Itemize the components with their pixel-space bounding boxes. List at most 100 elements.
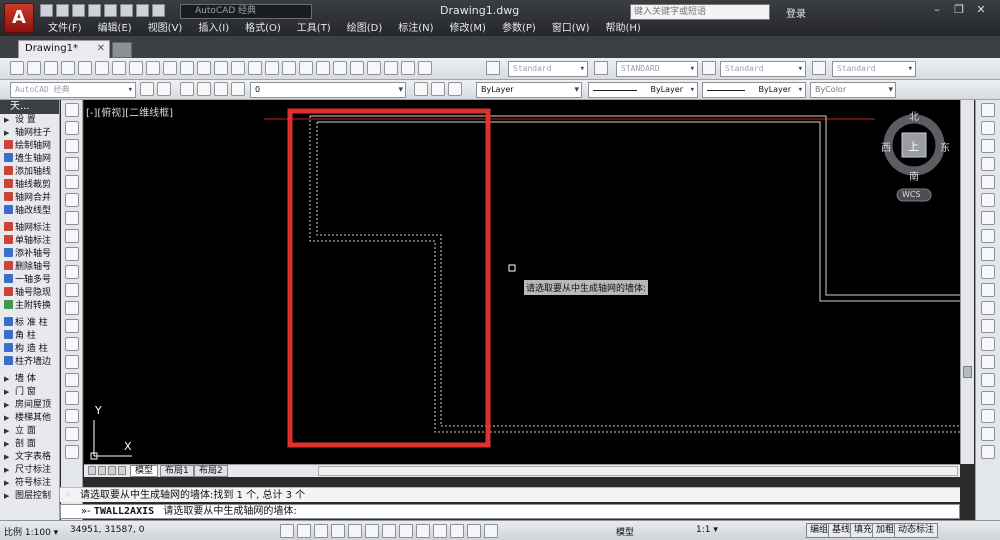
first-layout-button[interactable] (88, 466, 96, 475)
save-as-icon[interactable] (88, 4, 101, 17)
viewcube-west-label[interactable]: 西 (881, 139, 891, 154)
rotate-icon[interactable] (981, 211, 995, 225)
erase-icon[interactable] (981, 103, 995, 117)
vertical-scroll-thumb[interactable] (963, 366, 972, 378)
horizontal-scrollbar[interactable] (318, 466, 958, 476)
workspace-combo[interactable]: AutoCAD 经典 (10, 82, 136, 98)
screen-menu-item[interactable]: 主附转换 (0, 300, 59, 313)
tab-layout2[interactable]: 布局2 (194, 465, 228, 477)
text-style-combo[interactable]: Standard (508, 61, 588, 77)
minimize-button[interactable]: – (928, 3, 946, 17)
search-input[interactable]: 键入关键字或短语 (630, 4, 770, 20)
annotation-scale[interactable]: 1:1 ▾ (696, 525, 718, 535)
viewcube-north-label[interactable]: 北 (909, 108, 919, 123)
screen-menu-item[interactable]: ▶ 剖 面 (0, 438, 59, 451)
menu-dimension[interactable]: 标注(N) (390, 22, 441, 36)
cursor-coordinates[interactable]: 34951, 31587, 0 (70, 525, 144, 535)
table-style-combo[interactable]: Standard (720, 61, 806, 77)
zoom-previous-icon[interactable] (299, 61, 313, 75)
line-icon[interactable] (65, 103, 79, 117)
customize-icon[interactable] (157, 82, 171, 96)
screen-menu-item[interactable]: 角 柱 (0, 330, 59, 343)
lineweight-combo[interactable]: ByLayer (702, 82, 806, 98)
lineweight-icon[interactable] (433, 524, 447, 538)
next-layout-button[interactable] (108, 466, 116, 475)
menu-window[interactable]: 窗口(W) (544, 22, 598, 36)
ellipse-icon[interactable] (65, 265, 79, 279)
gradient-icon[interactable] (65, 373, 79, 387)
zoom-realtime-icon[interactable] (265, 61, 279, 75)
mirror-icon[interactable] (981, 139, 995, 153)
calculator-icon[interactable] (401, 61, 415, 75)
prev-layout-button[interactable] (98, 466, 106, 475)
quick-properties-icon[interactable] (467, 524, 481, 538)
workspace-select[interactable]: AutoCAD 经典 (180, 4, 312, 19)
screen-menu-item[interactable]: ▶ 楼梯其他 (0, 412, 59, 425)
redo-icon[interactable] (136, 4, 149, 17)
redo-icon[interactable] (231, 61, 245, 75)
polyline-icon[interactable] (65, 139, 79, 153)
screen-menu-item[interactable]: ▶ 设 置 (0, 114, 59, 127)
restore-button[interactable]: ❐ (950, 3, 968, 17)
screen-menu-item[interactable]: 删除轴号 (0, 261, 59, 274)
construction-line-icon[interactable] (65, 121, 79, 135)
publish-icon[interactable] (95, 61, 109, 75)
menu-format[interactable]: 格式(O) (237, 22, 289, 36)
block-editor-icon[interactable] (197, 61, 211, 75)
plot-icon[interactable] (61, 61, 75, 75)
viewcube-south-label[interactable]: 南 (909, 168, 919, 183)
blend-icon[interactable] (981, 373, 995, 387)
screen-menu-item[interactable]: 轴线裁剪 (0, 179, 59, 192)
screen-menu-item[interactable]: 一轴多号 (0, 274, 59, 287)
zoom-window-icon[interactable] (282, 61, 296, 75)
transparency-icon[interactable] (450, 524, 464, 538)
object-snap-icon[interactable] (348, 524, 362, 538)
sun-icon[interactable] (214, 82, 228, 96)
object-snap-tracking-icon[interactable] (382, 524, 396, 538)
insert-block-icon[interactable] (65, 301, 79, 315)
move-icon[interactable] (981, 193, 995, 207)
model-space-label[interactable]: 模型 (616, 525, 634, 538)
screen-menu-item[interactable]: 墙生轴网 (0, 153, 59, 166)
wcs-label[interactable]: WCS (902, 190, 921, 199)
make-block-icon[interactable] (65, 319, 79, 333)
file-tab-drawing1[interactable]: Drawing1* ✕ (18, 40, 110, 58)
stretch-icon[interactable] (981, 247, 995, 261)
drawing-scale[interactable]: 比例 1:100 ▾ (4, 525, 58, 538)
dynamic-input-icon[interactable] (416, 524, 430, 538)
screen-menu-item[interactable]: 单轴标注 (0, 235, 59, 248)
dynamic-ucs-icon[interactable] (399, 524, 413, 538)
viewport-controls-label[interactable]: [-][俯视][二维线框] (86, 104, 173, 119)
match-properties-icon[interactable] (180, 61, 194, 75)
make-current-icon[interactable] (414, 82, 428, 96)
close-command-line-icon[interactable]: ✕ (64, 490, 72, 501)
mleader-style-icon[interactable] (812, 61, 826, 75)
menu-file[interactable]: 文件(F) (40, 22, 90, 36)
linetype-combo[interactable]: ByLayer (588, 82, 698, 98)
tab-model[interactable]: 模型 (130, 465, 159, 477)
print-icon[interactable] (104, 4, 117, 17)
break-icon[interactable] (981, 301, 995, 315)
arc-icon[interactable] (65, 193, 79, 207)
screen-menu-item[interactable]: ▶ 墙 体 (0, 373, 59, 386)
vertical-scrollbar[interactable] (960, 100, 974, 464)
snap-mode-icon[interactable] (280, 524, 294, 538)
grid-display-icon[interactable] (297, 524, 311, 538)
properties-palette-icon[interactable] (316, 61, 330, 75)
offset-icon[interactable] (981, 157, 995, 171)
mleader-style-combo[interactable]: Standard (832, 61, 916, 77)
menu-edit[interactable]: 编辑(E) (90, 22, 140, 36)
screen-menu-item[interactable]: ▶ 图层控制 (0, 490, 59, 503)
application-menu-button[interactable]: A (4, 3, 34, 33)
login-link[interactable]: 登录 (786, 5, 806, 20)
layer-combo[interactable]: 0 (250, 82, 406, 98)
chamfer-icon[interactable] (981, 337, 995, 351)
layer-previous-icon[interactable] (431, 82, 445, 96)
help-icon[interactable] (418, 61, 432, 75)
region-icon[interactable] (65, 391, 79, 405)
screen-menu-item[interactable]: 添补轴号 (0, 248, 59, 261)
screen-menu-item[interactable]: 轴号隐现 (0, 287, 59, 300)
screen-menu-item[interactable]: ▶ 房间屋顶 (0, 399, 59, 412)
trim-icon[interactable] (981, 265, 995, 279)
cut-icon[interactable] (129, 61, 143, 75)
